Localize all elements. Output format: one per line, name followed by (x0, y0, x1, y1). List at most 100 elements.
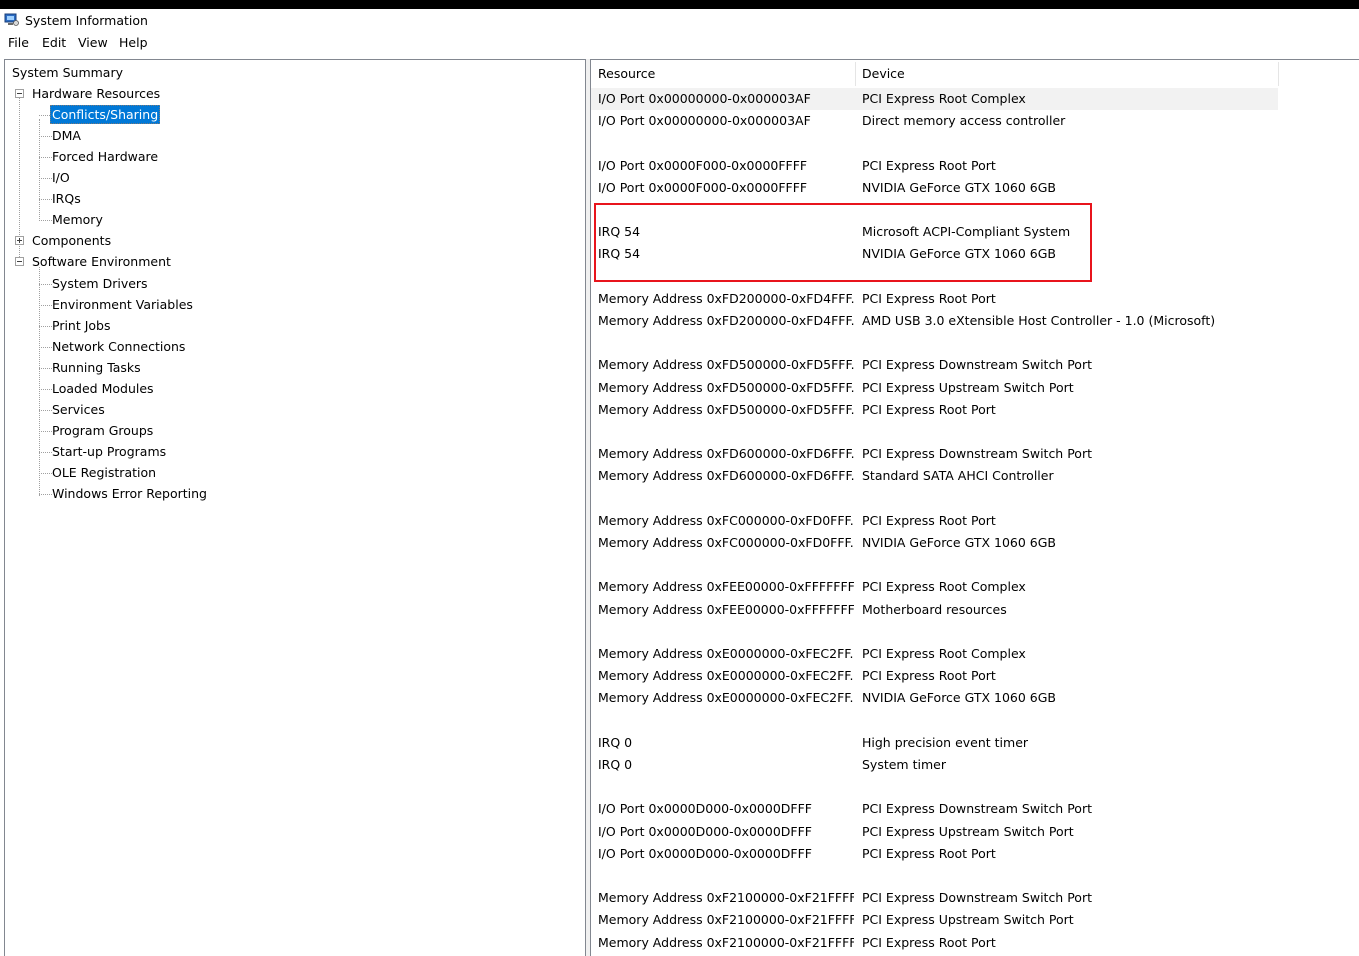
cell-resource: I/O Port 0x0000F000-0x0000FFFF (598, 157, 808, 173)
column-separator[interactable] (1278, 62, 1279, 86)
cell-device: PCI Express Upstream Switch Port (862, 823, 1074, 839)
cell-resource: I/O Port 0x00000000-0x000003AF (598, 113, 811, 129)
tree-item-dma[interactable]: DMA (50, 126, 83, 145)
cell-device: PCI Express Downstream Switch Port (862, 357, 1092, 373)
system-information-icon (4, 13, 19, 26)
cell-resource: Memory Address 0xFEE00000-0xFFFFFFFF (598, 579, 854, 595)
cell-device: PCI Express Root Port (862, 290, 996, 306)
cell-resource: I/O Port 0x00000000-0x000003AF (598, 91, 811, 106)
column-header-resource[interactable]: Resource (591, 61, 856, 87)
tree-item-running-tasks[interactable]: Running Tasks (50, 358, 143, 377)
tree-item-system-drivers[interactable]: System Drivers (50, 274, 150, 293)
table-row[interactable]: I/O Port 0x00000000-0x000003AF PCI Expres… (591, 88, 1278, 110)
menu-file[interactable]: File (7, 35, 30, 50)
cell-resource: Memory Address 0xE0000000-0xFEC2FF... (598, 646, 854, 661)
cell-device: PCI Express Root Complex (862, 646, 1026, 661)
cell-device: PCI Express Root Port (862, 668, 996, 684)
tree-item-services[interactable]: Services (50, 400, 107, 419)
window-title-bar[interactable]: System Information (0, 9, 1359, 33)
cell-device: NVIDIA GeForce GTX 1060 6GB (862, 179, 1057, 195)
cell-device: NVIDIA GeForce GTX 1060 6GB (862, 246, 1057, 262)
tree-item-label: Print Jobs (52, 318, 111, 333)
cell-resource: Memory Address 0xE0000000-0xFEC2FF... (598, 690, 854, 706)
tree-item-print-jobs[interactable]: Print Jobs (50, 316, 113, 335)
column-header-device[interactable]: Device (855, 61, 1278, 87)
cell-resource: Memory Address 0xFC000000-0xFD0FFF... (598, 535, 854, 550)
tree-item-io[interactable]: I/O (50, 168, 72, 187)
tree-item-memory[interactable]: Memory (50, 210, 105, 229)
tree-item-label: System Summary (12, 65, 123, 80)
cell-device: PCI Express Downstream Switch Port (862, 446, 1092, 462)
cell-resource: Memory Address 0xFD500000-0xFD5FFF... (598, 401, 854, 417)
tree-item-label: Services (52, 402, 105, 417)
tree-item-ole-registration[interactable]: OLE Registration (50, 463, 158, 482)
tree-item-label: Components (32, 233, 112, 248)
screen-top-edge (0, 0, 1359, 9)
cell-resource: Memory Address 0xFEE00000-0xFFFFFFFF (598, 601, 854, 617)
cell-resource: IRQ 0 (598, 757, 633, 772)
menu-help[interactable]: Help (118, 35, 149, 50)
cell-resource: I/O Port 0x0000D000-0x0000DFFF (598, 801, 812, 817)
tree-item-label: Environment Variables (52, 297, 193, 312)
collapse-icon[interactable] (15, 257, 24, 266)
cell-resource: Memory Address 0xE0000000-0xFEC2FF... (598, 668, 854, 684)
tree-item-label: OLE Registration (52, 465, 157, 480)
cell-device: PCI Express Upstream Switch Port (862, 912, 1074, 928)
cell-resource: Memory Address 0xFD500000-0xFD5FFF... (598, 357, 854, 373)
cell-resource: IRQ 54 (598, 224, 641, 240)
list-header: Resource Device (591, 61, 1279, 87)
cell-device: System timer (862, 757, 946, 772)
category-tree[interactable]: System Summary Hardware Resources Confli… (4, 59, 586, 956)
cell-device: PCI Express Upstream Switch Port (862, 379, 1074, 395)
tree-item-windows-error-reporting[interactable]: Windows Error Reporting (50, 484, 209, 503)
cell-device: Direct memory access controller (862, 113, 1066, 129)
tree-item-loaded-modules[interactable]: Loaded Modules (50, 379, 156, 398)
cell-device: High precision event timer (862, 734, 1029, 750)
cell-resource: Memory Address 0xF2100000-0xF21FFFFF (598, 934, 854, 950)
tree-item-label: Start-up Programs (52, 444, 167, 459)
cell-device: Motherboard resources (862, 601, 1007, 617)
menu-view[interactable]: View (77, 35, 109, 50)
tree-item-label: System Drivers (52, 276, 148, 291)
cell-device: PCI Express Root Port (862, 401, 996, 417)
tree-item-label: I/O (52, 170, 70, 185)
tree-item-label: Running Tasks (52, 360, 141, 375)
tree-item-software-environment[interactable]: Software Environment (30, 252, 173, 271)
tree-item-label: Loaded Modules (52, 381, 154, 396)
cell-resource: I/O Port 0x0000F000-0x0000FFFF (598, 179, 808, 195)
cell-resource: Memory Address 0xF2100000-0xF21FFFFF (598, 912, 854, 928)
expand-icon[interactable] (15, 236, 24, 245)
menu-bar: File Edit View Help (0, 33, 1359, 53)
tree-item-environment-variables[interactable]: Environment Variables (50, 295, 195, 314)
cell-device: Standard SATA AHCI Controller (862, 468, 1054, 484)
tree-item-label: DMA (52, 128, 81, 143)
tree-item-system-summary[interactable]: System Summary (10, 63, 125, 82)
cell-device: PCI Express Root Complex (862, 91, 1026, 106)
tree-item-forced-hardware[interactable]: Forced Hardware (50, 147, 160, 166)
cell-resource: Memory Address 0xFD600000-0xFD6FFF... (598, 446, 854, 462)
tree-item-label: Windows Error Reporting (52, 486, 207, 501)
cell-device: NVIDIA GeForce GTX 1060 6GB (862, 690, 1057, 706)
tree-item-network-connections[interactable]: Network Connections (50, 337, 187, 356)
tree-item-label: Hardware Resources (32, 86, 161, 101)
cell-device: Microsoft ACPI-Compliant System (862, 224, 1071, 240)
tree-item-label: Conflicts/Sharing (50, 105, 161, 124)
tree-item-label: Memory (52, 212, 103, 227)
cell-device: PCI Express Root Port (862, 157, 996, 173)
details-list[interactable]: Resource Device I/O Port 0x00000000-0x00… (590, 59, 1359, 956)
tree-item-startup-programs[interactable]: Start-up Programs (50, 442, 168, 461)
cell-device: PCI Express Root Complex (862, 579, 1026, 595)
tree-item-program-groups[interactable]: Program Groups (50, 421, 155, 440)
tree-item-hardware-resources[interactable]: Hardware Resources (30, 84, 162, 103)
tree-item-conflicts-sharing[interactable]: Conflicts/Sharing (50, 105, 161, 124)
cell-device: NVIDIA GeForce GTX 1060 6GB (862, 535, 1057, 550)
tree-item-components[interactable]: Components (30, 231, 113, 250)
cell-device: PCI Express Root Port (862, 512, 996, 528)
tree-item-irqs[interactable]: IRQs (50, 189, 83, 208)
cell-device: PCI Express Root Port (862, 845, 996, 861)
collapse-icon[interactable] (15, 89, 24, 98)
menu-edit[interactable]: Edit (41, 35, 67, 50)
cell-resource: Memory Address 0xFC000000-0xFD0FFF... (598, 512, 854, 528)
cell-device: PCI Express Downstream Switch Port (862, 890, 1092, 906)
cell-device: PCI Express Downstream Switch Port (862, 801, 1092, 817)
